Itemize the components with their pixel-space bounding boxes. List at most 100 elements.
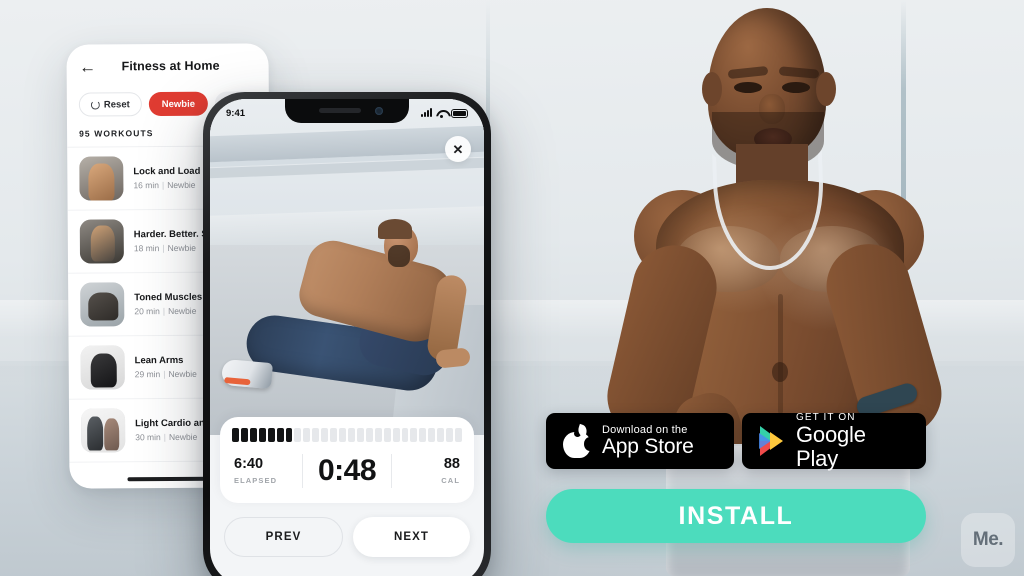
workout-level: Newbie [167,243,197,254]
runner-ear-right [816,72,836,106]
cellular-signal-icon [421,108,432,117]
progress-segment [240,428,248,442]
stat-calories: 88 CAL [392,457,462,486]
progress-segment [249,428,257,442]
status-time: 9:41 [226,107,246,119]
thumb-figure [87,416,104,451]
progress-segment [339,428,346,442]
app-store-badge-text: Download on the App Store [602,424,694,458]
google-play-badge-text: GET IT ON Google Play [796,412,910,469]
prev-button[interactable]: PREV [224,517,343,557]
workout-meta: Lean Arms 29 min | Newbie [135,354,197,379]
google-play-logo-icon [758,426,786,456]
chip-newbie[interactable]: Newbie [148,91,209,117]
workout-level: Newbie [167,180,196,191]
workout-name: Lean Arms [134,354,184,366]
runner-ab-line [778,294,783,414]
elapsed-value: 6:40 [234,455,264,472]
thumb-figure [88,292,119,321]
workout-thumbnail [80,408,126,453]
list-header: ← Fitness at Home [66,43,268,88]
workout-thumbnail [79,219,124,264]
thumb-figure [88,163,115,201]
workout-thumbnail [79,156,124,201]
progress-segment [446,428,454,442]
progress-segment [285,428,293,442]
progress-segment [347,428,355,442]
status-indicators [421,108,468,118]
refresh-icon [90,99,100,110]
workout-duration: 30 min [135,432,161,443]
next-button[interactable]: NEXT [353,517,470,557]
chip-reset[interactable]: Reset [78,92,142,117]
calories-label: CAL [441,476,460,486]
workout-subtitle: 16 min | Newbie [133,180,196,191]
progress-segment [321,428,329,442]
progress-segment [419,428,427,442]
workout-meta: Harder. Better. St 18 min | Newbie [134,228,211,253]
runner-eye-right [782,82,810,93]
stat-elapsed: 6:40 ELAPSED [232,457,302,486]
calories-value: 88 [443,455,460,472]
chip-newbie-label: Newbie [161,98,196,110]
workout-level: Newbie [168,306,197,317]
close-icon[interactable]: ✕ [445,136,471,162]
runner-navel [772,362,788,382]
app-store-line2: App Store [602,435,694,459]
timer-value: 0:48 [317,454,377,487]
front-camera-icon [375,107,383,115]
athlete-beard [388,245,410,267]
workout-subtitle: 30 min | Newbie [135,432,198,443]
elapsed-label: ELAPSED [234,476,278,486]
progress-segment [356,428,364,442]
player-screen: 9:41 ✕ 6:40 ELAPSED 0:48 88 CAL PREV NEX… [210,99,484,576]
workout-duration: 16 min [133,180,159,191]
player-nav-row: PREV NEXT [224,517,470,557]
workout-duration: 18 min [133,243,160,254]
progress-segment [383,428,391,442]
runner-eye-left [734,82,762,93]
progress-segment [392,428,400,442]
back-arrow-icon[interactable]: ← [79,57,97,76]
stats-row: 6:40 ELAPSED 0:48 88 CAL [232,454,462,488]
battery-icon [451,108,468,118]
phone-notch [285,99,409,123]
workout-duration: 29 min [134,369,161,380]
progress-segment [365,428,373,442]
progress-segment [312,428,320,442]
install-button[interactable]: INSTALL [546,489,926,543]
exercise-video[interactable] [210,99,484,435]
stat-timer: 0:48 [303,456,391,486]
page-title: Fitness at Home [121,58,220,74]
progress-segment [428,428,436,442]
progress-segment [232,428,239,442]
progress-segment [267,428,275,442]
progress-segment [455,428,462,442]
workout-thumbnail [80,345,125,390]
home-indicator [127,476,214,482]
earpiece-speaker-icon [319,108,361,113]
progress-segment [401,428,409,442]
google-play-line2: Google Play [796,422,866,471]
workout-meta: Light Cardio and 30 min | Newbie [135,417,211,442]
workout-subtitle: 18 min | Newbie [133,243,197,254]
google-play-badge[interactable]: GET IT ON Google Play [742,412,926,470]
workout-name: Light Cardio and [135,417,211,429]
thumb-figure [90,225,115,262]
progress-segment [294,428,302,442]
progress-segment [437,428,445,442]
workout-level: Newbie [168,369,197,380]
progress-segment [374,428,382,442]
chip-reset-label: Reset [103,98,130,110]
workout-stats-panel: 6:40 ELAPSED 0:48 88 CAL [220,417,474,503]
workout-subtitle: 29 min | Newbie [134,369,197,380]
progress-segment [258,428,266,442]
workout-name: Lock and Load [133,165,201,177]
apple-logo-icon [562,423,596,458]
app-store-badge[interactable]: Download on the App Store [546,413,734,469]
thumb-figure [90,353,117,388]
progress-segment [276,428,284,442]
workout-level: Newbie [168,432,198,443]
workout-thumbnail [80,282,125,327]
progress-segment [330,428,338,442]
